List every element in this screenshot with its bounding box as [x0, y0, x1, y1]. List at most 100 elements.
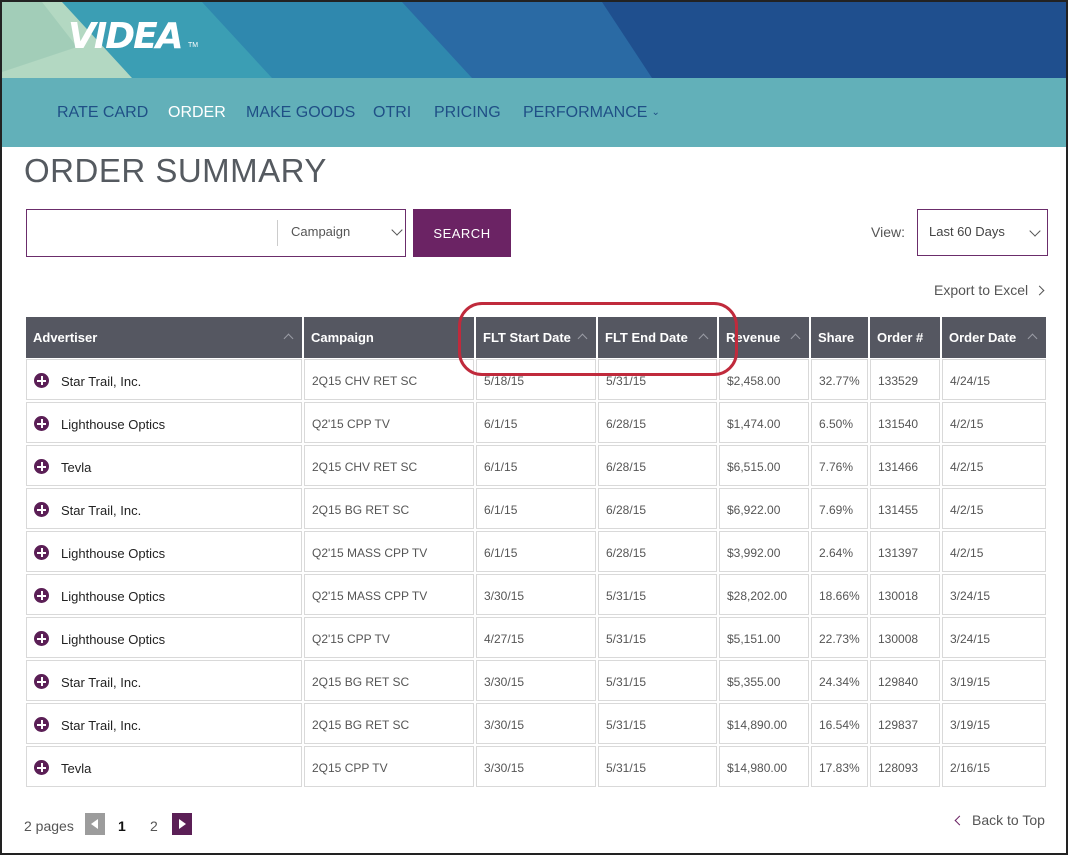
column-header-flt-start[interactable]: FLT Start Date	[476, 317, 596, 358]
cell-text: 3/19/15	[950, 718, 991, 732]
table-row[interactable]: Star Trail, Inc. 2Q15 BG RET SC 3/30/15 5/3…	[26, 660, 1046, 701]
nav-otri[interactable]: OTRI	[373, 104, 411, 122]
cell-flt-end: 5/31/15	[598, 359, 717, 400]
expand-row-plus-icon[interactable]	[34, 545, 49, 560]
table-row[interactable]: Lighthouse Optics Q2'15 MASS CPP TV 3/30/1…	[26, 574, 1046, 615]
cell-revenue: $5,355.00	[719, 660, 809, 701]
table-row[interactable]: Tevla 2Q15 CPP TV 3/30/15 5/31/15 $14,980.00…	[26, 746, 1046, 787]
expand-row-plus-icon[interactable]	[34, 588, 49, 603]
column-header-share[interactable]: Share	[811, 317, 868, 358]
search-button[interactable]: SEARCH	[413, 209, 511, 257]
cell-share: 18.66%	[811, 574, 868, 615]
expand-row-plus-icon[interactable]	[34, 631, 49, 646]
cell-text: $14,980.00	[727, 761, 788, 775]
sort-icon	[698, 333, 709, 344]
expand-row-plus-icon[interactable]	[34, 502, 49, 517]
table-row[interactable]: Star Trail, Inc. 2Q15 CHV RET SC 5/18/15 5/…	[26, 359, 1046, 400]
table-row[interactable]: Tevla 2Q15 CHV RET SC 6/1/15 6/28/15 $6,515.…	[26, 445, 1046, 486]
search-field-select[interactable]: Campaign	[278, 210, 406, 256]
cell-order-number: 131540	[870, 402, 940, 443]
nav-pricing[interactable]: PRICING	[434, 104, 501, 122]
expand-row-plus-icon[interactable]	[34, 416, 49, 431]
cell-text: 6/28/15	[606, 546, 647, 560]
page-2-link[interactable]: 2	[150, 818, 158, 834]
cell-text: 130008	[878, 632, 919, 646]
nav-make-goods[interactable]: MAKE GOODS	[246, 104, 355, 122]
search-input[interactable]	[27, 210, 277, 256]
cell-flt-start: 4/27/15	[476, 617, 596, 658]
cell-revenue: $3,992.00	[719, 531, 809, 572]
cell-order-date: 3/19/15	[942, 703, 1046, 744]
cell-text: 6/1/15	[484, 503, 518, 517]
column-header-order-date[interactable]: Order Date	[942, 317, 1046, 358]
cell-revenue: $5,151.00	[719, 617, 809, 658]
cell-text: 3/30/15	[484, 718, 525, 732]
cell-flt-start: 6/1/15	[476, 488, 596, 529]
pages-count: 2 pages	[24, 818, 74, 834]
cell-text: 2Q15 BG RET SC	[312, 503, 410, 517]
cell-revenue: $14,890.00	[719, 703, 809, 744]
expand-row-plus-icon[interactable]	[34, 459, 49, 474]
table-row[interactable]: Lighthouse Optics Q2'15 MASS CPP TV 6/1/15…	[26, 531, 1046, 572]
cell-text: $3,992.00	[727, 546, 781, 560]
cell-advertiser: Star Trail, Inc.	[26, 488, 302, 529]
cell-text: 4/2/15	[950, 546, 984, 560]
cell-share: 17.83%	[811, 746, 868, 787]
next-page-button[interactable]	[172, 813, 192, 835]
nav-performance[interactable]: PERFORMANCE ⌄	[523, 104, 660, 122]
arrow-right-icon	[179, 819, 186, 829]
cell-text: 131455	[878, 503, 919, 517]
prev-page-button[interactable]	[85, 813, 105, 835]
cell-advertiser: Lighthouse Optics	[26, 574, 302, 615]
cell-order-number: 131397	[870, 531, 940, 572]
table-row[interactable]: Star Trail, Inc. 2Q15 BG RET SC 6/1/15 6/28…	[26, 488, 1046, 529]
table-row[interactable]: Lighthouse Optics Q2'15 CPP TV 4/27/15 5/31…	[26, 617, 1046, 658]
sort-icon	[790, 333, 801, 344]
cell-text: Tevla	[61, 460, 92, 475]
export-label: Export to Excel	[934, 282, 1029, 298]
view-range-select[interactable]: Last 60 Days	[917, 209, 1048, 256]
expand-row-plus-icon[interactable]	[34, 373, 49, 388]
sort-icon	[283, 333, 294, 344]
cell-text: 7.69%	[819, 503, 854, 517]
cell-campaign: 2Q15 CPP TV	[304, 746, 474, 787]
expand-row-plus-icon[interactable]	[34, 674, 49, 689]
column-header-campaign[interactable]: Campaign	[304, 317, 474, 358]
expand-row-plus-icon[interactable]	[34, 717, 49, 732]
cell-text: 4/27/15	[484, 632, 525, 646]
videa-logo[interactable]: VIDEA	[68, 16, 184, 57]
cell-order-date: 4/2/15	[942, 402, 1046, 443]
header-banner: VIDEA TM	[2, 2, 1066, 78]
cell-order-date: 2/16/15	[942, 746, 1046, 787]
nav-rate-card[interactable]: RATE CARD	[57, 104, 148, 122]
view-label: View:	[871, 224, 905, 240]
column-header-revenue[interactable]: Revenue	[719, 317, 809, 358]
cell-order-number: 131455	[870, 488, 940, 529]
column-header-advertiser[interactable]: Advertiser	[26, 317, 302, 358]
cell-text: 5/31/15	[606, 589, 647, 603]
table-row[interactable]: Star Trail, Inc. 2Q15 BG RET SC 3/30/15 5/3…	[26, 703, 1046, 744]
nav-order[interactable]: ORDER	[168, 104, 226, 122]
cell-text: 5/31/15	[606, 675, 647, 689]
cell-advertiser: Star Trail, Inc.	[26, 359, 302, 400]
chevron-left-icon	[954, 815, 965, 826]
expand-row-plus-icon[interactable]	[34, 760, 49, 775]
cell-text: $28,202.00	[727, 589, 788, 603]
back-to-top-link[interactable]: Back to Top	[954, 812, 1045, 828]
page-1-link[interactable]: 1	[118, 818, 126, 834]
column-header-flt-end[interactable]: FLT End Date	[598, 317, 717, 358]
table-row[interactable]: Lighthouse Optics Q2'15 CPP TV 6/1/15 6/28/…	[26, 402, 1046, 443]
cell-text: Lighthouse Optics	[61, 632, 166, 647]
cell-flt-end: 5/31/15	[598, 617, 717, 658]
cell-text: 3/24/15	[950, 589, 991, 603]
column-header-order-number[interactable]: Order #	[870, 317, 940, 358]
export-to-excel-link[interactable]: Export to Excel	[934, 282, 1045, 298]
cell-flt-start: 6/1/15	[476, 531, 596, 572]
cell-text: $14,890.00	[727, 718, 788, 732]
cell-text: $5,151.00	[727, 632, 781, 646]
cell-text: 3/24/15	[950, 632, 991, 646]
cell-flt-start: 3/30/15	[476, 703, 596, 744]
cell-flt-end: 5/31/15	[598, 746, 717, 787]
cell-text: 6/28/15	[606, 417, 647, 431]
cell-text: 18.66%	[819, 589, 860, 603]
